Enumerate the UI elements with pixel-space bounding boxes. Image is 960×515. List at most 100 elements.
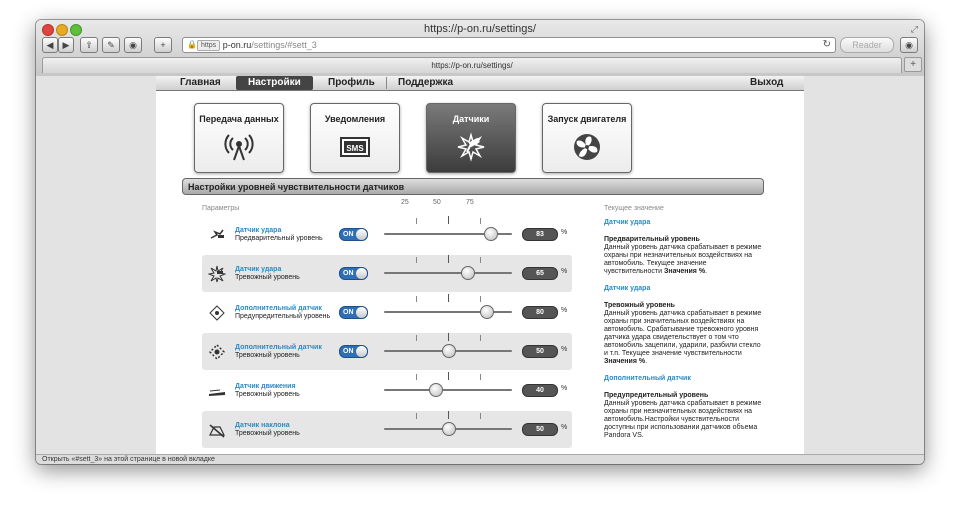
antenna-icon bbox=[224, 134, 254, 161]
sensitivity-slider-knob[interactable] bbox=[480, 305, 495, 319]
info-heading-3: Предупредительный уровень bbox=[604, 392, 709, 399]
sensor-row: Датчик движения Тревожный уровень 40% bbox=[202, 372, 572, 409]
sensitivity-slider-track[interactable] bbox=[384, 272, 512, 274]
toggle-knob bbox=[356, 307, 367, 318]
sensor-subtitle: Тревожный уровень bbox=[235, 352, 300, 359]
status-bar: Открыть «#sett_3» на этой странице в нов… bbox=[36, 454, 924, 464]
info-bold-1: Значения % bbox=[663, 268, 706, 275]
tile-engine-start[interactable]: Запуск двигателя bbox=[542, 103, 632, 173]
menu-profile[interactable]: Профиль bbox=[328, 76, 375, 90]
scale-tick bbox=[480, 218, 481, 224]
info-panel: Датчик удара Предварительный уровень Дан… bbox=[604, 219, 764, 449]
scale-tick bbox=[448, 294, 449, 302]
sensor-row: Дополнительный датчик Тревожный уровень ON… bbox=[202, 333, 572, 370]
sensor-title: Дополнительный датчик bbox=[235, 344, 322, 351]
tab-settings-page[interactable]: https://p-on.ru/settings/ bbox=[42, 57, 902, 73]
plus-icon: + bbox=[910, 59, 916, 70]
sensor-row: Датчик удара Тревожный уровень ON 65% bbox=[202, 255, 572, 292]
info-title-1: Датчик удара bbox=[604, 219, 651, 226]
extension-icon: ◉ bbox=[129, 40, 137, 50]
info-bold-2: Значения % bbox=[604, 358, 646, 365]
download-icon: ◉ bbox=[905, 40, 913, 50]
shock-strong-icon bbox=[208, 265, 226, 283]
scale-tick bbox=[480, 413, 481, 419]
tab-strip: https://p-on.ru/settings/ + bbox=[36, 56, 924, 74]
tilt-icon bbox=[209, 424, 225, 438]
menu-support[interactable]: Поддержка bbox=[398, 76, 453, 90]
fullscreen-icon[interactable]: ⤢ bbox=[911, 24, 918, 35]
downloads-button[interactable]: ◉ bbox=[900, 37, 918, 53]
tile-label: Передача данных bbox=[199, 114, 279, 124]
tile-label: Датчики bbox=[452, 114, 490, 124]
tile-label: Запуск двигателя bbox=[547, 114, 627, 124]
add-tab-button[interactable]: + bbox=[904, 57, 922, 72]
info-title-2: Датчик удара bbox=[604, 285, 651, 292]
motion-icon bbox=[209, 389, 225, 396]
percent-unit: % bbox=[561, 346, 568, 353]
toggle-label: ON bbox=[343, 348, 354, 355]
params-column-header: Параметры bbox=[202, 205, 240, 212]
sensitivity-slider-knob[interactable] bbox=[429, 383, 444, 397]
scale-tick bbox=[416, 413, 417, 419]
scale-label-25: 25 bbox=[401, 199, 409, 206]
share-icon: ⇪ bbox=[85, 40, 93, 50]
sensor-title: Датчик удара bbox=[235, 227, 282, 234]
menu-settings[interactable]: Настройки bbox=[236, 76, 313, 90]
tile-data-transfer[interactable]: Передача данных bbox=[194, 103, 284, 173]
menu-home[interactable]: Главная bbox=[180, 76, 221, 90]
info-block-3: Предупредительный уровень Данный уровень… bbox=[604, 392, 764, 440]
sensitivity-slider-track[interactable] bbox=[384, 389, 512, 391]
extension-button[interactable]: ◉ bbox=[124, 37, 142, 53]
scale-tick bbox=[416, 335, 417, 341]
sensitivity-slider-knob[interactable] bbox=[484, 227, 499, 241]
current-value-column-header: Текущее значение bbox=[604, 205, 664, 212]
address-bar[interactable]: 🔒 https p-on.ru/settings/#sett_3 ↻ bbox=[182, 37, 836, 53]
menu-logout[interactable]: Выход bbox=[750, 76, 783, 90]
fan-icon bbox=[574, 134, 600, 160]
sensor-subtitle: Предупредительный уровень bbox=[235, 313, 331, 320]
info-text-2: Данный уровень датчика срабатывает в реж… bbox=[604, 310, 762, 357]
forward-button[interactable]: ▶ bbox=[58, 37, 74, 53]
page-viewport: Главная Настройки Профиль Поддержка Выхо… bbox=[36, 76, 924, 454]
sensor-toggle[interactable]: ON bbox=[339, 345, 368, 358]
sensor-subtitle: Тревожный уровень bbox=[235, 274, 300, 281]
sensor-toggle[interactable]: ON bbox=[339, 306, 368, 319]
sensor-toggle[interactable]: ON bbox=[339, 267, 368, 280]
tile-notifications[interactable]: Уведомления SMS bbox=[310, 103, 400, 173]
sensitivity-slider-knob[interactable] bbox=[442, 422, 456, 436]
scale-label-75: 75 bbox=[466, 199, 474, 206]
scale-tick bbox=[416, 257, 417, 263]
sensitivity-slider-knob[interactable] bbox=[461, 266, 476, 280]
reader-button[interactable]: Reader bbox=[840, 37, 894, 53]
shock-sensor-icon bbox=[457, 132, 485, 162]
scale-tick bbox=[480, 335, 481, 341]
back-arrow-icon: ◀ bbox=[46, 40, 54, 50]
browser-window: https://p-on.ru/settings/ ⤢ ◀ ▶ ⇪ ✎ ◉ + … bbox=[36, 20, 924, 464]
scale-tick bbox=[416, 374, 417, 380]
sensitivity-value: 65 bbox=[522, 267, 558, 280]
percent-unit: % bbox=[561, 385, 568, 392]
sensor-title: Датчик наклона bbox=[235, 422, 290, 429]
extra-sensor-icon bbox=[209, 305, 225, 321]
share-button[interactable]: ⇪ bbox=[80, 37, 98, 53]
sensitivity-value: 50 bbox=[522, 423, 558, 436]
page-content: Главная Настройки Профиль Поддержка Выхо… bbox=[156, 76, 804, 454]
new-tab-button[interactable]: + bbox=[154, 37, 172, 53]
info-title-3: Дополнительный датчик bbox=[604, 375, 691, 382]
scale-tick bbox=[416, 296, 417, 302]
scale-tick bbox=[416, 218, 417, 224]
sensitivity-slider-knob[interactable] bbox=[442, 344, 456, 358]
shock-light-icon bbox=[210, 229, 224, 239]
back-button[interactable]: ◀ bbox=[42, 37, 58, 53]
edit-button[interactable]: ✎ bbox=[102, 37, 120, 53]
url-path: /settings/#sett_3 bbox=[251, 40, 317, 50]
scale-tick bbox=[448, 372, 449, 380]
sensor-title: Датчик удара bbox=[235, 266, 282, 273]
sensor-toggle[interactable]: ON bbox=[339, 228, 368, 241]
lock-icon: 🔒 bbox=[187, 40, 197, 49]
sensor-subtitle: Тревожный уровень bbox=[235, 430, 300, 437]
tile-sensors[interactable]: Датчики bbox=[426, 103, 516, 173]
reload-icon[interactable]: ↻ bbox=[823, 38, 831, 52]
section-title: Настройки уровней чувствительности датчи… bbox=[182, 178, 764, 195]
https-badge: https bbox=[197, 40, 221, 51]
